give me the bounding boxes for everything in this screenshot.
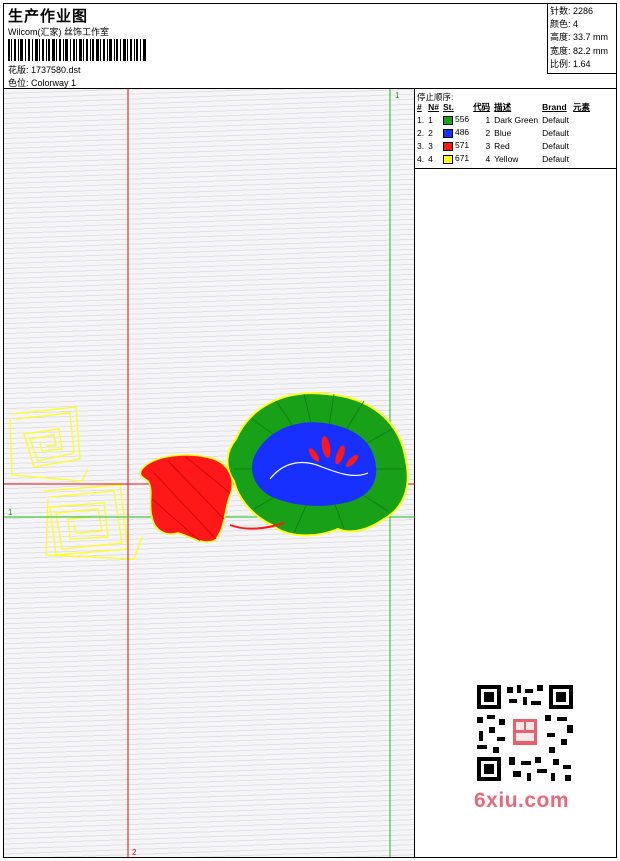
subtitle: Wilcom(汇家) 丝饰工作室 xyxy=(8,27,109,37)
stat-scale: 比例: 1.64 xyxy=(550,58,591,69)
watermark: 6xiu.com xyxy=(467,677,583,817)
qr-code-icon xyxy=(473,681,577,785)
design-canvas[interactable]: 1 1 2 xyxy=(4,89,415,857)
guide-label-red-bottom: 2 xyxy=(132,848,137,857)
stat-stitches: 针数: 2286 xyxy=(550,6,594,16)
page-title: 生产作业图 xyxy=(8,8,89,25)
color-swatch xyxy=(442,128,453,138)
stats-panel: 针数: 2286 颜色: 4 高度: 33.7 mm 宽度: 82.2 mm 比… xyxy=(547,4,616,74)
watermark-text: 6xiu.com xyxy=(474,789,570,812)
stat-height: 高度: 33.7 mm xyxy=(550,32,609,43)
color-swatch xyxy=(442,115,453,125)
guide-label-green-left: 1 xyxy=(8,508,13,517)
table-header: # N# St. 代码 描述 Brand 元素 xyxy=(417,102,591,112)
yellow-spiral-motif xyxy=(9,406,143,560)
table-row[interactable]: 4. 4 671 4 Yellow Default xyxy=(416,152,593,165)
embroidery-design: 1 1 2 xyxy=(4,89,415,857)
guide-label-green-top: 1 xyxy=(395,91,400,100)
stat-width: 宽度: 82.2 mm xyxy=(550,45,609,56)
color-table: # N# St. 代码 描述 Brand 元素 1. 1 556 1 Dark Gre… xyxy=(416,101,593,165)
color-swatch xyxy=(442,141,453,151)
table-row[interactable]: 3. 3 571 3 Red Default xyxy=(416,139,593,152)
barcode-icon xyxy=(8,39,146,61)
colorway-label: 色位: Colorway 1 xyxy=(8,78,77,88)
stop-sequence-legend: 停止顺序: # N# St. 代码 描述 Brand 元素 1. 1 556 1 Da… xyxy=(415,89,616,169)
table-row[interactable]: 1. 1 556 1 Dark Green Default xyxy=(416,113,593,126)
design-file-name: 花版: 1737580.dst xyxy=(8,65,81,75)
stat-colors: 颜色: 4 xyxy=(550,19,579,30)
color-swatch xyxy=(442,154,453,164)
table-row[interactable]: 2. 2 486 2 Blue Default xyxy=(416,126,593,139)
header-panel: 生产作业图 Wilcom(汇家) 丝饰工作室 花版: 1737580.dst 色… xyxy=(4,4,616,89)
